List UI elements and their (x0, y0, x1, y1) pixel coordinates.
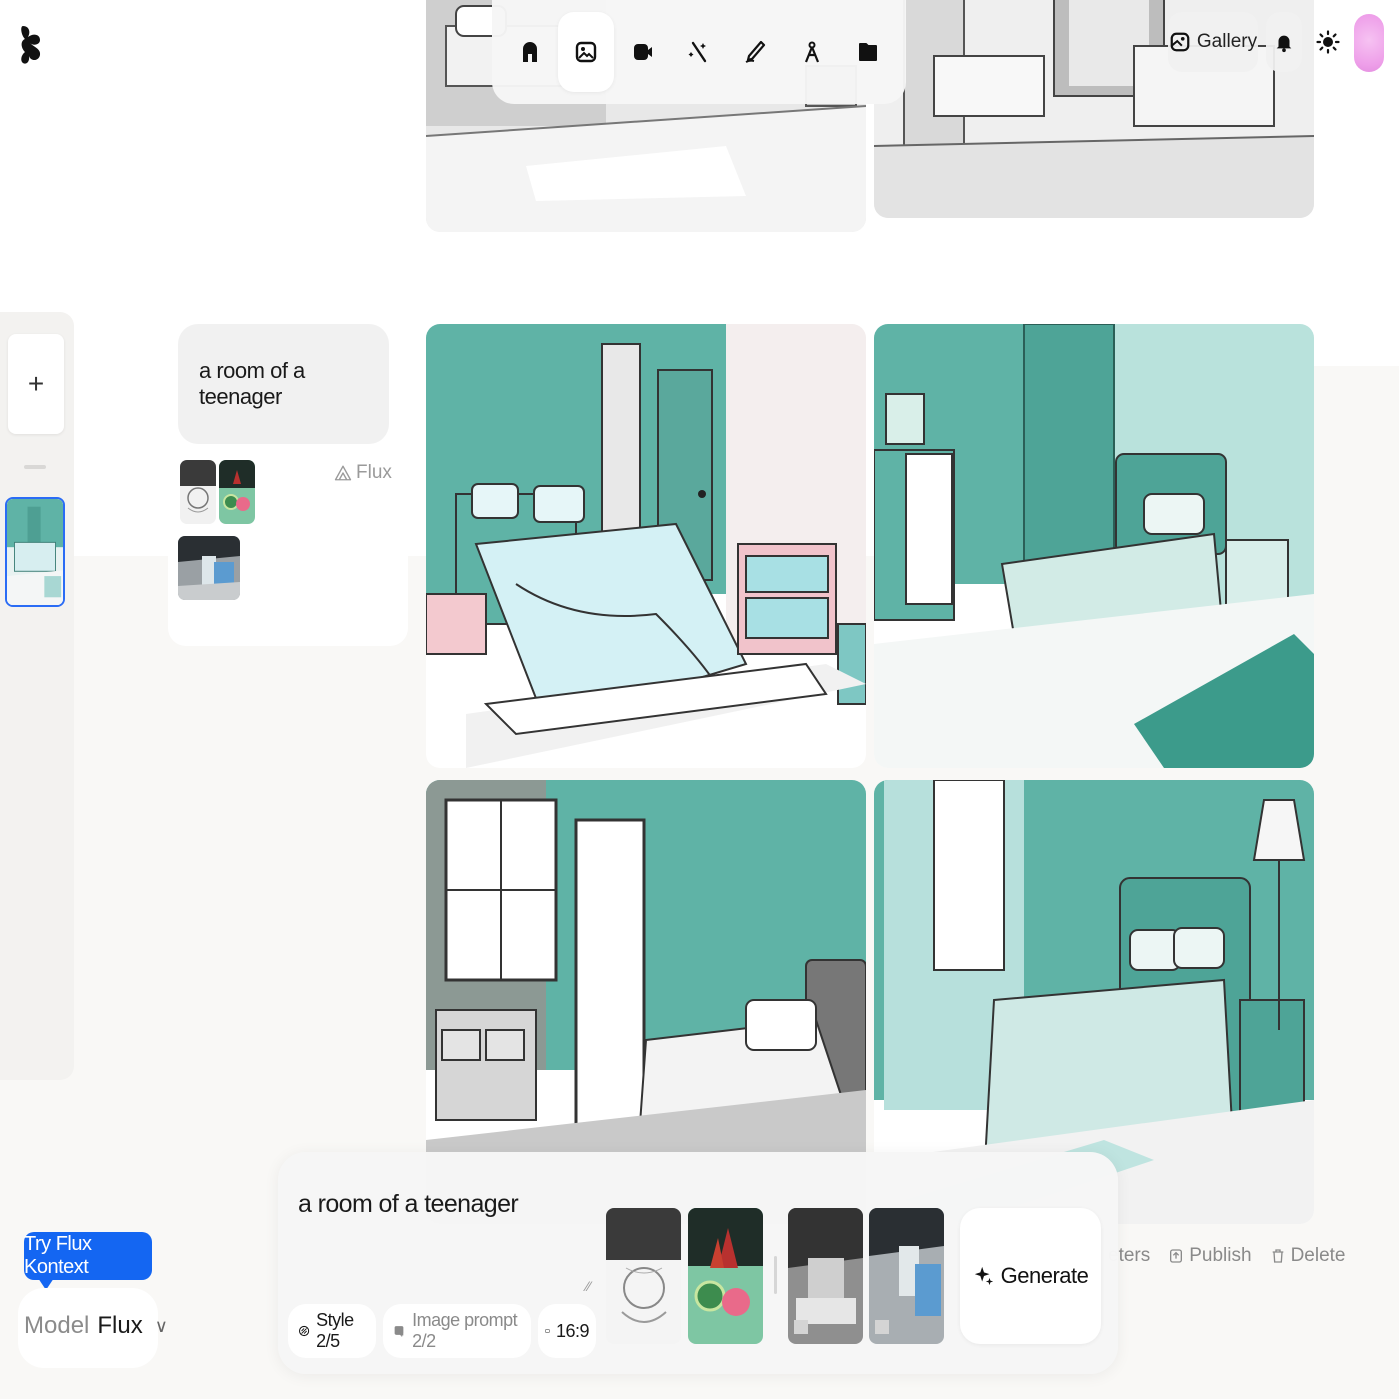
generated-image[interactable] (874, 324, 1314, 768)
sidebar-thumbnail-selected[interactable] (5, 497, 65, 607)
gallery-button[interactable]: Gallery (1168, 12, 1258, 72)
publish-icon (1170, 1249, 1183, 1263)
toolbar-video[interactable] (615, 12, 671, 92)
style-button[interactable]: Style 2/5 (288, 1304, 376, 1358)
model-select-label: Model (24, 1312, 90, 1339)
toolbar-assets[interactable] (840, 12, 896, 92)
sun-icon (1316, 30, 1340, 54)
prompt-input[interactable]: a room of a teenager (298, 1190, 519, 1219)
main-toolbar (492, 0, 906, 104)
pen-icon (745, 40, 766, 63)
video-icon (633, 44, 652, 60)
style-label: Style 2/5 (316, 1310, 354, 1351)
resize-handle-icon[interactable]: ⁄⁄ (586, 1278, 591, 1294)
gallery-icon (1170, 32, 1190, 52)
history-model-name: Flux (356, 462, 392, 483)
new-generation-button[interactable]: + (8, 334, 64, 434)
toolbar-canvas[interactable] (784, 12, 840, 92)
compass-icon (804, 41, 819, 63)
history-prompt-bubble[interactable]: a room of a teenager (178, 324, 389, 444)
history-style-reference[interactable] (180, 460, 216, 524)
image-prompt-button[interactable]: Image prompt 2/2 (383, 1304, 531, 1358)
sidebar-divider (24, 465, 46, 469)
plus-icon: + (27, 368, 45, 399)
flux-icon (334, 465, 352, 481)
image-reference-thumbnail[interactable] (869, 1208, 944, 1344)
brand-logo[interactable] (20, 24, 44, 66)
history-prompt-text: a room of a teenager (199, 358, 305, 409)
reference-divider (774, 1256, 777, 1294)
generate-label: Generate (1000, 1263, 1089, 1288)
history-model-tag: Flux (334, 462, 392, 484)
home-icon (523, 42, 538, 62)
image-reference-thumbnail[interactable] (788, 1208, 863, 1344)
magic-wand-icon (688, 41, 707, 63)
toolbar-image[interactable] (558, 12, 615, 92)
aspect-ratio-label: 16:9 (555, 1320, 590, 1341)
model-select[interactable]: Model Flux ∨ (24, 1312, 168, 1340)
image-actions: eters Publish Delete (1108, 1240, 1346, 1272)
avatar[interactable] (1354, 14, 1384, 72)
trash-icon (1272, 1249, 1283, 1263)
bell-icon (1276, 35, 1292, 53)
style-reference-thumbnail[interactable] (606, 1208, 681, 1344)
history-image-reference[interactable] (178, 536, 240, 600)
canvas-background-right (1314, 366, 1399, 566)
toolbar-home[interactable] (502, 12, 558, 92)
notifications-button[interactable] (1266, 12, 1302, 72)
chevron-down-icon: ∨ (154, 1315, 168, 1336)
try-flux-kontext-label: Try Flux Kontext (24, 1233, 92, 1278)
image-prompt-label: Image prompt 2/2 (412, 1310, 518, 1351)
style-icon (299, 1325, 310, 1337)
delete-button[interactable]: Delete (1270, 1245, 1346, 1267)
model-select-value: Flux (97, 1312, 143, 1339)
style-reference-thumbnail[interactable] (688, 1208, 763, 1344)
image-icon (576, 41, 597, 63)
image-prompt-icon (394, 1326, 404, 1337)
gallery-label: Gallery (1196, 31, 1258, 52)
aspect-ratio-button[interactable]: 16:9 (538, 1304, 596, 1358)
toolbar-enhance[interactable] (671, 12, 727, 92)
generate-button[interactable]: Generate (960, 1208, 1101, 1344)
generated-image[interactable] (426, 324, 866, 768)
delete-label: Delete (1290, 1245, 1346, 1266)
folder-icon (858, 43, 877, 61)
try-flux-kontext-banner[interactable]: Try Flux Kontext (24, 1232, 152, 1280)
publish-label: Publish (1189, 1245, 1252, 1266)
publish-button[interactable]: Publish (1168, 1245, 1252, 1267)
theme-toggle[interactable] (1310, 22, 1346, 62)
aspect-ratio-icon (545, 1329, 550, 1333)
history-style-reference[interactable] (219, 460, 255, 524)
sparkle-icon (974, 1266, 993, 1286)
toolbar-edit[interactable] (727, 12, 783, 92)
